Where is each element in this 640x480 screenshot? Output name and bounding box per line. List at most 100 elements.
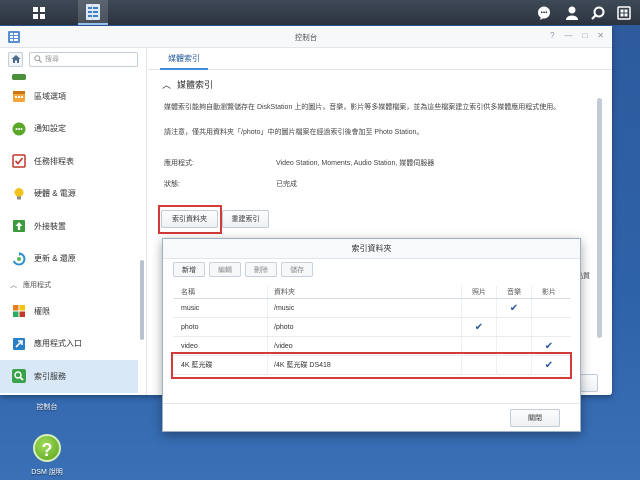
notification-button[interactable] (532, 0, 556, 25)
sidebar-scrollbar[interactable] (140, 260, 144, 340)
desktop-help-label[interactable]: DSM 說明 (20, 467, 74, 477)
row-name: video (181, 342, 198, 350)
applications-label: 應用程式: (164, 160, 194, 167)
video-check[interactable] (531, 299, 566, 317)
user-icon (566, 6, 578, 20)
sidebar-item-label: 應用程式入口 (34, 339, 82, 349)
applications-value: Video Station, Moments, Audio Station, 媒… (276, 160, 435, 167)
column-header-folder[interactable]: 資料夾 (267, 286, 461, 298)
delete-button[interactable]: 刪除 (245, 262, 277, 277)
sidebar-item-update-restore[interactable]: 更新 & 還原 (0, 243, 138, 276)
sidebar-item-notifications[interactable]: 通知設定 (0, 113, 138, 146)
search-button[interactable] (586, 0, 610, 25)
window-title: 控制台 (294, 33, 318, 42)
sidebar: 搜尋 區域選項 通知設定 任務排程表 硬體 & 電源 外接裝置 更新 & 還原 … (0, 48, 147, 395)
lightbulb-icon (14, 187, 24, 200)
index-folder-dialog: 索引資料夾 新增 編輯 刪除 儲存 名稱 資料夾 照片 音樂 影片 music … (162, 238, 581, 432)
status-label: 狀態: (164, 181, 180, 188)
partial-icon (12, 74, 26, 80)
sidebar-search-input[interactable]: 搜尋 (29, 51, 138, 67)
minimize-button[interactable]: — (564, 31, 572, 40)
tab-bar: 媒體索引 (148, 48, 612, 70)
row-folder: /music (267, 299, 461, 317)
taskbar-control-panel-button[interactable] (78, 0, 108, 25)
rebuild-index-button[interactable]: 重建索引 (222, 210, 269, 228)
control-panel-icon (86, 3, 100, 20)
music-check[interactable]: ✔ (496, 299, 531, 317)
column-header-name[interactable]: 名稱 (173, 287, 267, 297)
partial-apply-button[interactable] (580, 374, 598, 392)
photo-check[interactable] (461, 299, 496, 317)
row-name: music (181, 304, 200, 312)
row-name: photo (181, 323, 199, 331)
photo-check[interactable]: ✔ (461, 318, 496, 336)
section-header[interactable]: ︿ 媒體索引 (162, 78, 213, 91)
calendar-icon (13, 91, 25, 103)
highlight-index-folder (158, 205, 222, 234)
sidebar-item-label: 區域選項 (34, 91, 66, 101)
sidebar-item-label: 權限 (34, 306, 50, 316)
table-header: 名稱 資料夾 照片 音樂 影片 (173, 286, 571, 299)
sidebar-item-label: 外接裝置 (34, 221, 66, 231)
status-value: 已完成 (276, 181, 297, 188)
sidebar-item-partial[interactable] (0, 70, 138, 80)
search-icon (34, 55, 42, 63)
sidebar-item-task-scheduler[interactable]: 任務排程表 (0, 145, 138, 178)
permissions-icon (13, 305, 25, 318)
sidebar-item-label: 更新 & 還原 (34, 254, 76, 264)
music-check[interactable] (496, 318, 531, 336)
content-scrollbar[interactable] (597, 98, 602, 338)
window-titlebar[interactable]: 控制台 ? — □ ✕ (0, 26, 612, 48)
column-header-music[interactable]: 音樂 (496, 286, 531, 298)
chevron-up-icon: ︿ (10, 282, 17, 289)
taskbar (0, 0, 640, 25)
task-scheduler-icon (12, 154, 26, 168)
sidebar-item-hardware-power[interactable]: 硬體 & 電源 (0, 178, 138, 211)
sidebar-section-applications[interactable]: ︿ 應用程式 (0, 275, 138, 295)
table-row[interactable]: photo /photo ✔ (173, 318, 571, 337)
sidebar-item-indexing-service[interactable]: 索引服務 (0, 360, 138, 393)
sidebar-item-regional-options[interactable]: 區域選項 (0, 80, 138, 113)
home-button[interactable] (8, 51, 23, 67)
user-button[interactable] (560, 0, 584, 25)
save-button[interactable]: 儲存 (281, 262, 313, 277)
widgets-button[interactable] (612, 0, 636, 25)
chat-icon (538, 6, 550, 20)
main-menu-button[interactable] (24, 0, 54, 25)
sidebar-item-label: 硬體 & 電源 (34, 189, 76, 199)
desktop-control-panel-label[interactable]: 控制台 (22, 402, 72, 412)
grid-icon (33, 6, 45, 19)
dialog-title[interactable]: 索引資料夾 (163, 239, 580, 259)
help-window-button[interactable]: ? (550, 31, 554, 40)
upload-icon (13, 220, 25, 233)
description-paragraph: 媒體索引能夠自動瀏覽儲存在 DiskStation 上的圖片，音樂，影片等多媒體… (164, 104, 561, 111)
highlight-4k-row (171, 352, 572, 379)
home-icon (11, 55, 20, 63)
portal-icon (13, 337, 25, 350)
sidebar-section-label: 應用程式 (23, 282, 51, 289)
video-check[interactable] (531, 318, 566, 336)
table-row[interactable]: music /music ✔ (173, 299, 571, 318)
search-placeholder: 搜尋 (45, 56, 59, 63)
widgets-icon (617, 5, 631, 20)
chevron-up-icon: ︿ (162, 80, 172, 90)
chat-bubble-icon (12, 122, 26, 136)
sidebar-item-application-portal[interactable]: 應用程式入口 (0, 328, 138, 361)
sidebar-item-label: 通知設定 (34, 124, 66, 134)
refresh-icon (12, 251, 26, 266)
close-button[interactable]: 關閉 (510, 409, 560, 427)
edit-button[interactable]: 編輯 (209, 262, 241, 277)
column-header-video[interactable]: 影片 (531, 286, 566, 298)
dialog-footer: 關閉 (163, 403, 580, 431)
close-window-button[interactable]: ✕ (597, 31, 604, 40)
maximize-button[interactable]: □ (582, 31, 587, 40)
tab-media-indexing[interactable]: 媒體索引 (160, 48, 208, 70)
sidebar-item-privileges[interactable]: 權限 (0, 295, 138, 328)
column-header-photo[interactable]: 照片 (461, 286, 496, 298)
dialog-toolbar: 新增 編輯 刪除 儲存 (173, 262, 313, 277)
sidebar-item-external-devices[interactable]: 外接裝置 (0, 210, 138, 243)
create-button[interactable]: 新增 (173, 262, 205, 277)
search-icon (591, 6, 605, 20)
row-folder: /photo (267, 318, 461, 336)
help-icon[interactable]: ? (33, 434, 61, 462)
